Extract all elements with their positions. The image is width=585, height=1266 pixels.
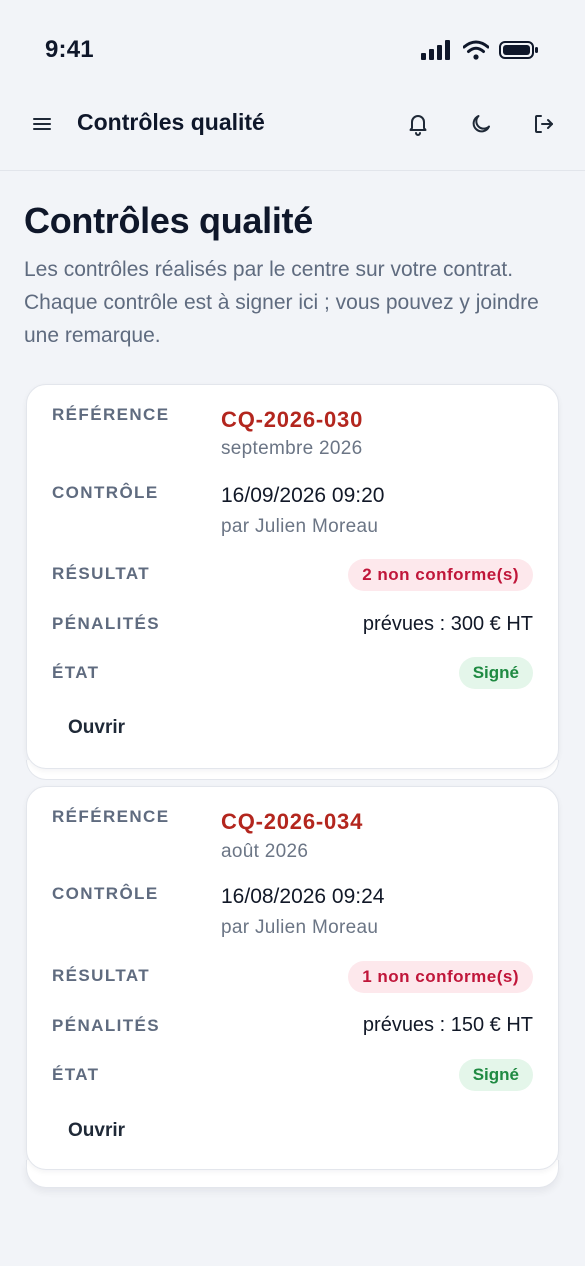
- battery-icon: [499, 40, 539, 65]
- controle-label: CONTRÔLE: [52, 884, 159, 903]
- resultat-label: RÉSULTAT: [52, 564, 151, 583]
- signal-icon: [421, 40, 453, 65]
- result-badge: 1 non conforme(s): [348, 961, 533, 993]
- controle-label: CONTRÔLE: [52, 483, 159, 502]
- status-icons: [421, 40, 539, 65]
- page-description: Les contrôles réalisés par le centre sur…: [24, 258, 539, 347]
- period-value: septembre 2026: [221, 438, 363, 459]
- bell-icon[interactable]: [405, 111, 431, 137]
- control-datetime: 16/08/2026 09:24: [221, 885, 385, 908]
- reference-value: CQ-2026-030: [221, 407, 364, 432]
- penalty-value: prévues : 300 € HT: [362, 613, 533, 635]
- control-card: RÉFÉRENCE CQ-2026-034 août 2026 CONTRÔLE…: [26, 786, 559, 1170]
- control-author: par Julien Moreau: [221, 516, 379, 537]
- result-badge: 2 non conforme(s): [348, 559, 533, 591]
- etat-label: ÉTAT: [52, 663, 100, 682]
- status-bar: 9:41: [0, 0, 585, 92]
- etat-label: ÉTAT: [52, 1065, 100, 1084]
- resultat-label: RÉSULTAT: [52, 966, 151, 985]
- status-time: 9:41: [45, 36, 94, 63]
- app-header: Contrôles qualité: [0, 92, 585, 171]
- penalty-value: prévues : 150 € HT: [362, 1014, 533, 1036]
- menu-icon[interactable]: [30, 112, 54, 136]
- wifi-icon: [462, 40, 490, 65]
- reference-label: RÉFÉRENCE: [52, 405, 170, 424]
- header-title: Contrôles qualité: [77, 109, 265, 135]
- reference-label: RÉFÉRENCE: [52, 807, 170, 826]
- moon-icon[interactable]: [468, 111, 494, 137]
- reference-value: CQ-2026-034: [221, 809, 364, 834]
- page-title: Contrôles qualité: [24, 200, 313, 241]
- open-button[interactable]: Ouvrir: [68, 1120, 125, 1142]
- logout-icon[interactable]: [531, 111, 557, 137]
- penalites-label: PÉNALITÉS: [52, 1016, 161, 1035]
- period-value: août 2026: [221, 841, 309, 862]
- penalites-label: PÉNALITÉS: [52, 614, 161, 633]
- control-datetime: 16/09/2026 09:20: [221, 484, 385, 507]
- control-card: RÉFÉRENCE CQ-2026-030 septembre 2026 CON…: [26, 384, 559, 769]
- state-badge: Signé: [458, 657, 533, 689]
- open-button[interactable]: Ouvrir: [68, 717, 125, 739]
- control-author: par Julien Moreau: [221, 917, 379, 938]
- state-badge: Signé: [458, 1059, 533, 1091]
